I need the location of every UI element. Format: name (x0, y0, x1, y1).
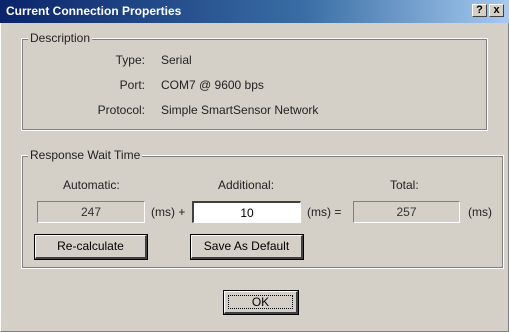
protocol-label: Protocol: (97, 103, 145, 117)
total-value-field: 257 (353, 201, 460, 223)
type-label: Type: (115, 53, 145, 67)
unit-ms: (ms) (468, 205, 492, 219)
type-value: Serial (161, 53, 192, 67)
ok-focus-rect (228, 295, 293, 309)
unit-plus: (ms) + (151, 205, 186, 219)
title-bar: Current Connection Properties ? x (0, 0, 509, 23)
description-legend: Description (28, 31, 93, 45)
automatic-label: Automatic: (63, 178, 120, 192)
total-label: Total: (390, 178, 419, 192)
recalculate-button[interactable]: Re-calculate (34, 234, 148, 260)
help-button[interactable]: ? (472, 4, 487, 17)
close-button[interactable]: x (489, 4, 504, 17)
additional-label: Additional: (218, 178, 275, 192)
response-wait-legend: Response Wait Time (28, 148, 143, 162)
automatic-value-field: 247 (37, 201, 145, 223)
protocol-value: Simple SmartSensor Network (161, 103, 319, 117)
port-label: Port: (119, 78, 145, 92)
unit-equals: (ms) = (307, 205, 342, 219)
window-title: Current Connection Properties (6, 4, 182, 18)
save-as-default-button[interactable]: Save As Default (190, 234, 304, 260)
additional-input[interactable]: 10 (192, 201, 301, 223)
ok-button[interactable]: OK (223, 290, 299, 315)
port-value: COM7 @ 9600 bps (161, 78, 264, 92)
